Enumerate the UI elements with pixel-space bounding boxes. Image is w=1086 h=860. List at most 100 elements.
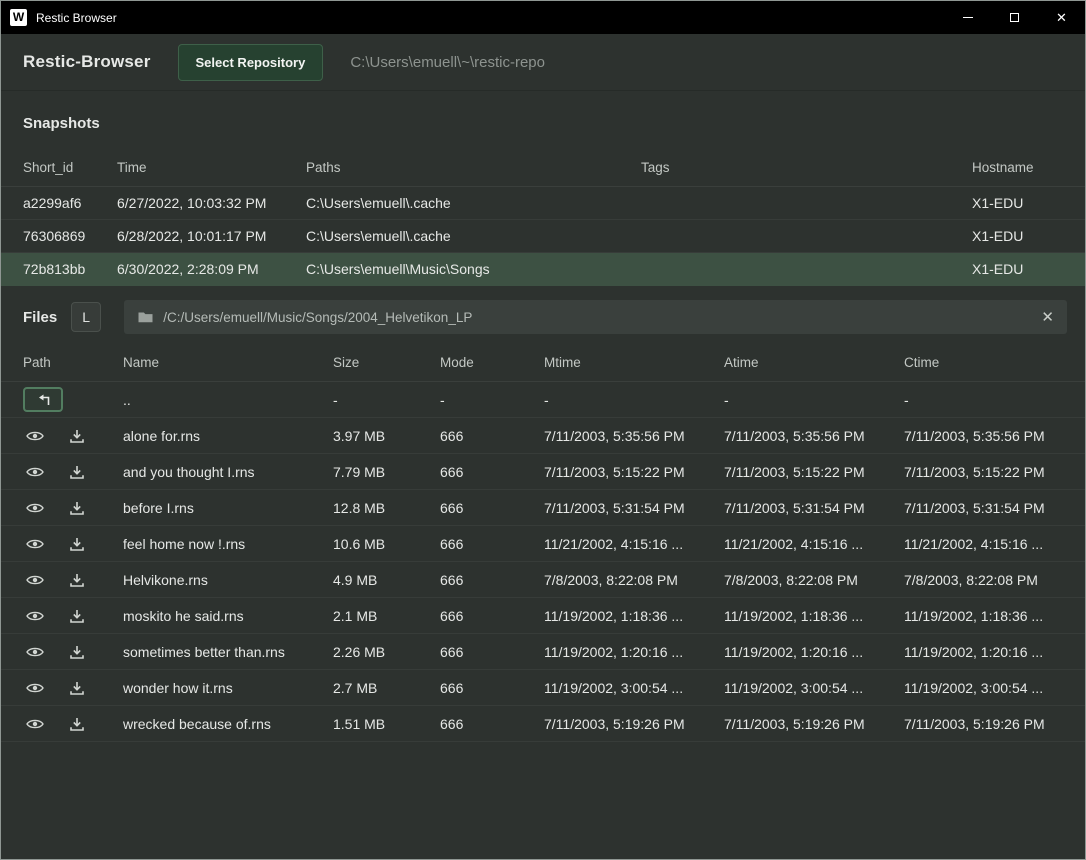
download-file-button[interactable] (65, 712, 89, 736)
preview-file-button[interactable] (23, 460, 47, 484)
column-header-paths[interactable]: Paths (306, 160, 641, 175)
download-icon (70, 429, 84, 443)
file-size: 4.9 MB (333, 572, 440, 588)
download-file-button[interactable] (65, 532, 89, 556)
file-name: moskito he said.rns (123, 608, 333, 624)
file-row: sometimes better than.rns 2.26 MB 666 11… (1, 634, 1085, 670)
app-icon: W (10, 9, 27, 26)
snapshot-row[interactable]: a2299af6 6/27/2022, 10:03:32 PM C:\Users… (1, 187, 1085, 220)
snapshot-row[interactable]: 76306869 6/28/2022, 10:01:17 PM C:\Users… (1, 220, 1085, 253)
file-atime: 7/8/2003, 8:22:08 PM (724, 572, 904, 588)
close-icon: ✕ (1056, 11, 1067, 24)
file-name[interactable]: .. (123, 392, 333, 408)
file-mode: - (440, 392, 544, 408)
file-atime: 11/21/2002, 4:15:16 ... (724, 536, 904, 552)
minimize-button[interactable] (944, 1, 991, 34)
repository-path-field[interactable]: C:\Users\emuell\~\restic-repo (350, 54, 1063, 71)
window-title: Restic Browser (36, 11, 117, 25)
preview-file-button[interactable] (23, 712, 47, 736)
file-mtime: 11/19/2002, 3:00:54 ... (544, 680, 724, 696)
preview-file-button[interactable] (23, 604, 47, 628)
repository-header: Restic-Browser Select Repository C:\User… (1, 34, 1085, 91)
files-table-header: Path Name Size Mode Mtime Atime Ctime (1, 344, 1085, 382)
file-atime: 7/11/2003, 5:35:56 PM (724, 428, 904, 444)
file-mode: 666 (440, 500, 544, 516)
download-file-button[interactable] (65, 676, 89, 700)
file-ctime: 7/8/2003, 8:22:08 PM (904, 572, 1063, 588)
close-button[interactable]: ✕ (1038, 1, 1085, 34)
preview-file-button[interactable] (23, 532, 47, 556)
preview-file-button[interactable] (23, 496, 47, 520)
file-name: Helvikone.rns (123, 572, 333, 588)
download-file-button[interactable] (65, 424, 89, 448)
preview-file-button[interactable] (23, 640, 47, 664)
file-atime: 11/19/2002, 3:00:54 ... (724, 680, 904, 696)
file-atime: - (724, 392, 904, 408)
maximize-button[interactable] (991, 1, 1038, 34)
file-mtime: 7/8/2003, 8:22:08 PM (544, 572, 724, 588)
file-size: 10.6 MB (333, 536, 440, 552)
file-row: wrecked because of.rns 1.51 MB 666 7/11/… (1, 706, 1085, 742)
column-header-size[interactable]: Size (333, 355, 440, 370)
file-mtime: 7/11/2003, 5:19:26 PM (544, 716, 724, 732)
select-repository-button[interactable]: Select Repository (178, 44, 324, 81)
download-file-button[interactable] (65, 496, 89, 520)
file-mtime: 7/11/2003, 5:31:54 PM (544, 500, 724, 516)
snapshots-section: Snapshots Short_id Time Paths Tags Hostn… (1, 91, 1085, 286)
current-path-bar[interactable]: /C:/Users/emuell/Music/Songs/2004_Helvet… (124, 300, 1067, 334)
file-ctime: 7/11/2003, 5:31:54 PM (904, 500, 1063, 516)
snapshot-row[interactable]: 72b813bb 6/30/2022, 2:28:09 PM C:\Users\… (1, 253, 1085, 286)
download-file-button[interactable] (65, 460, 89, 484)
snapshot-hostname: X1-EDU (972, 261, 1063, 277)
snapshot-paths: C:\Users\emuell\Music\Songs (306, 261, 641, 277)
eye-icon (26, 718, 44, 730)
download-file-button[interactable] (65, 640, 89, 664)
column-header-short-id[interactable]: Short_id (23, 160, 117, 175)
file-row: moskito he said.rns 2.1 MB 666 11/19/200… (1, 598, 1085, 634)
download-icon (70, 537, 84, 551)
file-mode: 666 (440, 716, 544, 732)
preview-file-button[interactable] (23, 568, 47, 592)
snapshot-time: 6/27/2022, 10:03:32 PM (117, 195, 306, 211)
snapshot-time: 6/30/2022, 2:28:09 PM (117, 261, 306, 277)
preview-file-button[interactable] (23, 424, 47, 448)
column-header-mode[interactable]: Mode (440, 355, 544, 370)
download-file-button[interactable] (65, 604, 89, 628)
preview-file-button[interactable] (23, 676, 47, 700)
file-name: before I.rns (123, 500, 333, 516)
file-mtime: 11/19/2002, 1:20:16 ... (544, 644, 724, 660)
current-path-text: /C:/Users/emuell/Music/Songs/2004_Helvet… (163, 310, 1031, 325)
clear-path-button[interactable]: ✕ (1041, 310, 1054, 325)
file-mode: 666 (440, 428, 544, 444)
file-mtime: 7/11/2003, 5:35:56 PM (544, 428, 724, 444)
column-header-hostname[interactable]: Hostname (972, 160, 1063, 175)
download-icon (70, 717, 84, 731)
eye-icon (26, 538, 44, 550)
root-path-button[interactable]: L (71, 302, 101, 332)
download-file-button[interactable] (65, 568, 89, 592)
titlebar: W Restic Browser ✕ (1, 1, 1085, 34)
app-window: W Restic Browser ✕ Restic-Browser Select… (0, 0, 1086, 860)
go-up-button[interactable] (23, 387, 63, 412)
snapshot-short-id: a2299af6 (23, 195, 117, 211)
file-size: 3.97 MB (333, 428, 440, 444)
column-header-ctime[interactable]: Ctime (904, 355, 1063, 370)
file-atime: 7/11/2003, 5:31:54 PM (724, 500, 904, 516)
download-icon (70, 465, 84, 479)
file-size: 2.1 MB (333, 608, 440, 624)
column-header-tags[interactable]: Tags (641, 160, 972, 175)
file-atime: 7/11/2003, 5:19:26 PM (724, 716, 904, 732)
column-header-mtime[interactable]: Mtime (544, 355, 724, 370)
file-mode: 666 (440, 536, 544, 552)
column-header-atime[interactable]: Atime (724, 355, 904, 370)
snapshots-table-header: Short_id Time Paths Tags Hostname (1, 149, 1085, 187)
column-header-name[interactable]: Name (123, 355, 333, 370)
download-icon (70, 681, 84, 695)
file-name: wonder how it.rns (123, 680, 333, 696)
return-arrow-icon (36, 394, 51, 406)
column-header-time[interactable]: Time (117, 160, 306, 175)
file-name: alone for.rns (123, 428, 333, 444)
column-header-path[interactable]: Path (23, 355, 123, 370)
minimize-icon (963, 17, 973, 18)
download-icon (70, 609, 84, 623)
